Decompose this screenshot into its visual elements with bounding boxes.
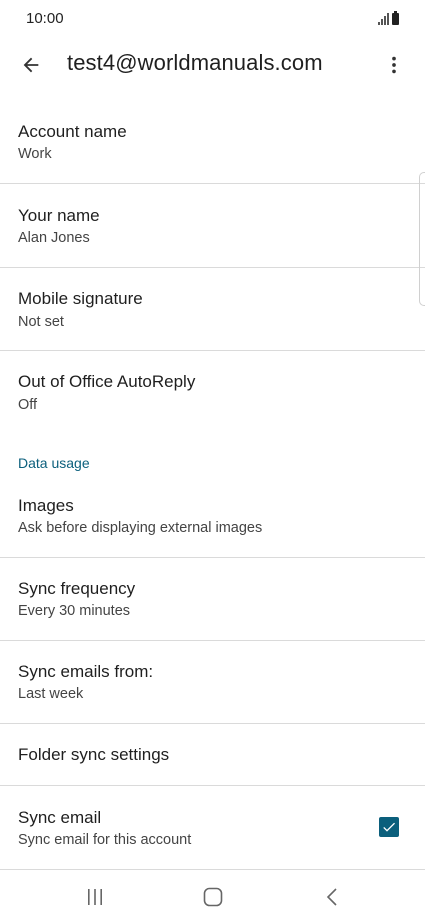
setting-your-name[interactable]: Your name Alan Jones [0, 184, 425, 267]
setting-title: Sync emails from: [18, 662, 154, 681]
app-bar: test4@worldmanuals.com [0, 38, 425, 92]
setting-account-name[interactable]: Account name Work [0, 100, 425, 183]
setting-summary: Ask before displaying external images [18, 520, 263, 536]
setting-images[interactable]: Images Ask before displaying external im… [0, 476, 425, 557]
page-title: test4@worldmanuals.com [67, 50, 323, 75]
overflow-menu-button[interactable] [377, 48, 411, 82]
status-bar: 10:00 [0, 0, 425, 38]
setting-title: Folder sync settings [18, 745, 170, 764]
setting-summary: Work [18, 146, 52, 162]
arrow-left-icon [23, 57, 39, 73]
setting-folder-sync[interactable]: Folder sync settings [0, 724, 425, 785]
setting-summary: Off [18, 397, 38, 413]
setting-summary: Not set [18, 314, 64, 330]
section-header-data-usage: Data usage [18, 455, 90, 471]
setting-sync-email[interactable]: Sync email Sync email for this account [0, 786, 425, 869]
setting-out-of-office[interactable]: Out of Office AutoReply Off [0, 351, 425, 436]
setting-title: Mobile signature [18, 289, 143, 308]
sync-email-checkbox[interactable] [379, 817, 399, 837]
setting-title: Account name [18, 122, 127, 141]
setting-title: Sync email [18, 808, 102, 827]
home-icon [203, 887, 223, 907]
setting-summary: Sync email for this account [18, 832, 192, 848]
chevron-left-icon [326, 888, 337, 906]
setting-sync-emails-from[interactable]: Sync emails from: Last week [0, 641, 425, 723]
home-button[interactable] [198, 882, 228, 912]
status-icons [378, 11, 399, 25]
setting-title: Your name [18, 206, 100, 225]
setting-mobile-signature[interactable]: Mobile signature Not set [0, 268, 425, 351]
setting-sync-frequency[interactable]: Sync frequency Every 30 minutes [0, 558, 425, 640]
setting-title: Out of Office AutoReply [18, 372, 196, 391]
nav-back-button[interactable] [318, 882, 348, 912]
setting-title: Images [18, 496, 74, 515]
battery-icon [392, 11, 399, 25]
more-vert-icon [392, 56, 396, 74]
scrollbar[interactable] [419, 172, 425, 306]
setting-summary: Every 30 minutes [18, 603, 131, 619]
recents-button[interactable] [80, 882, 110, 912]
status-time: 10:00 [26, 10, 64, 27]
back-button[interactable] [14, 48, 48, 82]
navigation-bar [0, 870, 425, 922]
setting-summary: Last week [18, 686, 84, 702]
check-icon [383, 822, 395, 832]
setting-summary: Alan Jones [18, 230, 90, 246]
setting-title: Sync frequency [18, 579, 136, 598]
signal-icon [378, 13, 389, 25]
recents-icon [88, 889, 102, 905]
